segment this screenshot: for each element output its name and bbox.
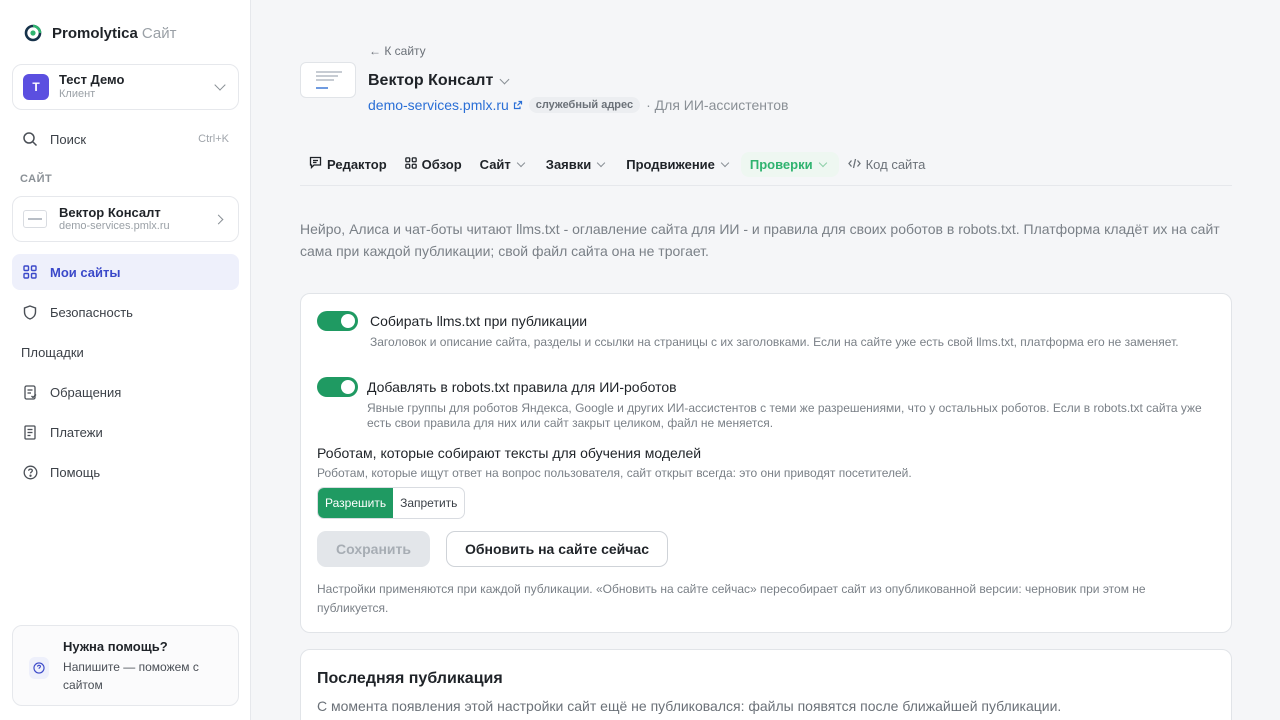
site-url: demo-services.pmlx.ru	[59, 220, 170, 233]
tab-label: Обзор	[421, 156, 462, 172]
tab-requests[interactable]: Заявки	[537, 152, 617, 177]
search-label: Поиск	[50, 131, 87, 147]
brand-suffix: Сайт	[141, 24, 177, 42]
site-address-row: demo-services.pmlx.ru служебный адрес · …	[368, 97, 788, 113]
promolytica-logo-icon	[24, 24, 42, 42]
chevron-down-icon	[720, 158, 730, 167]
back-link[interactable]: ← К сайту	[369, 44, 426, 58]
help-circle-icon	[29, 657, 50, 679]
search-button[interactable]: Поиск Ctrl+K	[12, 121, 239, 157]
page-context: · Для ИИ-ассистентов	[646, 97, 789, 113]
training-robots-description: Роботам, которые ищут ответ на вопрос по…	[317, 466, 912, 480]
receipt-icon	[22, 424, 38, 440]
sidebar-item-requests[interactable]: Обращения	[12, 374, 239, 410]
site-url-link[interactable]: demo-services.pmlx.ru	[368, 97, 523, 113]
back-label: К сайту	[384, 44, 426, 58]
current-site-card[interactable]: Вектор Консалт demo-services.pmlx.ru	[12, 196, 239, 242]
chevron-down-icon	[499, 74, 510, 84]
tab-label: Сайт	[479, 156, 511, 172]
document-icon	[22, 384, 38, 400]
search-icon	[22, 131, 38, 147]
sidebar: Promolytica Сайт Т Тест Демо Клиент Поиск…	[0, 0, 251, 720]
shield-icon	[22, 304, 38, 320]
save-button[interactable]: Сохранить	[317, 531, 430, 567]
page-title: Вектор Консалт	[368, 72, 494, 89]
tab-label: Заявки	[545, 156, 592, 172]
option-title: Добавлять в robots.txt правила для ИИ-ро…	[367, 379, 677, 395]
sidebar-item-security[interactable]: Безопасность	[12, 294, 239, 330]
sidebar-item-my-sites[interactable]: Мои сайты	[12, 254, 239, 290]
site-preview-thumbnail[interactable]	[300, 62, 356, 98]
option-description: Заголовок и описание сайта, разделы и сс…	[370, 335, 1179, 349]
option-llms: Собирать llms.txt при публикации Заголов…	[317, 311, 1190, 350]
last-publication-title: Последняя публикация	[317, 670, 503, 687]
tab-site-code[interactable]: Код сайта	[839, 152, 935, 177]
allow-option[interactable]: Разрешить	[318, 488, 394, 518]
external-link-icon	[513, 97, 523, 113]
update-now-button[interactable]: Обновить на сайте сейчас	[446, 531, 668, 567]
sidebar-item-label: Помощь	[50, 464, 101, 480]
help-description: Напишите — поможем с сайтом	[63, 660, 199, 692]
training-robots-title: Роботам, которые собирают тексты для обу…	[317, 445, 702, 461]
tab-overview[interactable]: Обзор	[396, 152, 471, 177]
avatar: Т	[23, 74, 49, 100]
option-title: Собирать llms.txt при публикации	[370, 313, 588, 329]
tab-label: Редактор	[327, 156, 387, 172]
status-badge: служебный адрес	[528, 97, 641, 113]
help-title: Нужна помощь?	[63, 639, 168, 654]
sidebar-item-help[interactable]: Помощь	[12, 454, 239, 490]
tab-promotion[interactable]: Продвижение	[617, 152, 741, 177]
last-publication-text: С момента появления этой настройки сайт …	[317, 698, 1062, 714]
sidebar-item-label: Мои сайты	[50, 264, 121, 280]
llms-toggle[interactable]	[317, 311, 358, 331]
site-url-text: demo-services.pmlx.ru	[368, 97, 509, 113]
sidebar-item-platforms[interactable]: Площадки	[12, 334, 239, 370]
chevron-down-icon	[516, 158, 526, 167]
account-role: Клиент	[59, 88, 96, 101]
sidebar-item-payments[interactable]: Платежи	[12, 414, 239, 450]
grid-icon	[404, 156, 417, 172]
chevron-right-icon	[213, 214, 224, 224]
chevron-down-icon	[597, 158, 606, 167]
brand[interactable]: Promolytica Сайт	[24, 24, 176, 42]
sidebar-item-label: Обращения	[50, 384, 122, 400]
tab-checks[interactable]: Проверки	[740, 151, 839, 177]
option-robots: Добавлять в robots.txt правила для ИИ-ро…	[317, 377, 1207, 431]
arrow-left-icon: ←	[369, 44, 381, 58]
brand-name: Promolytica	[52, 24, 138, 42]
main-content: ← К сайту Вектор Консалт demo-services.p…	[252, 0, 1280, 720]
search-shortcut: Ctrl+K	[198, 133, 229, 145]
chevron-down-icon	[214, 79, 226, 91]
account-switcher[interactable]: Т Тест Демо Клиент	[12, 64, 239, 110]
intro-text: Нейро, Алиса и чат-боты читают llms.txt …	[300, 221, 1220, 259]
help-circle-icon	[22, 464, 38, 480]
ai-settings-card: Собирать llms.txt при публикации Заголов…	[300, 293, 1232, 633]
settings-note: Настройки применяются при каждой публика…	[317, 582, 1146, 615]
sidebar-item-label: Площадки	[21, 344, 84, 360]
deny-option[interactable]: Запретить	[393, 488, 464, 518]
tab-label: Проверки	[749, 156, 813, 172]
section-label-site: САЙТ	[20, 173, 53, 185]
help-card[interactable]: Нужна помощь? Напишите — поможем с сайто…	[12, 625, 239, 706]
last-publication-card: Последняя публикация С момента появления…	[300, 649, 1232, 720]
chevron-down-icon	[818, 158, 827, 167]
page-tabs: Редактор Обзор Сайт Заявки Продвижение П…	[300, 151, 1232, 186]
message-square-icon	[309, 156, 322, 172]
tab-site[interactable]: Сайт	[471, 152, 537, 177]
option-description: Явные группы для роботов Яндекса, Google…	[367, 401, 1202, 430]
code-icon	[847, 157, 861, 172]
sidebar-item-label: Платежи	[50, 424, 103, 440]
site-name: Вектор Консалт	[59, 204, 161, 220]
tab-editor[interactable]: Редактор	[300, 151, 396, 177]
site-title-dropdown[interactable]: Вектор Консалт	[368, 72, 512, 90]
robots-toggle[interactable]	[317, 377, 358, 397]
tab-label: Код сайта	[865, 156, 926, 172]
training-robots-segmented-control: Разрешить Запретить	[317, 487, 466, 519]
tab-label: Продвижение	[626, 156, 715, 172]
account-name: Тест Демо	[59, 72, 125, 88]
site-thumbnail	[23, 210, 47, 228]
sidebar-item-label: Безопасность	[50, 304, 133, 320]
grid-icon	[22, 264, 38, 280]
